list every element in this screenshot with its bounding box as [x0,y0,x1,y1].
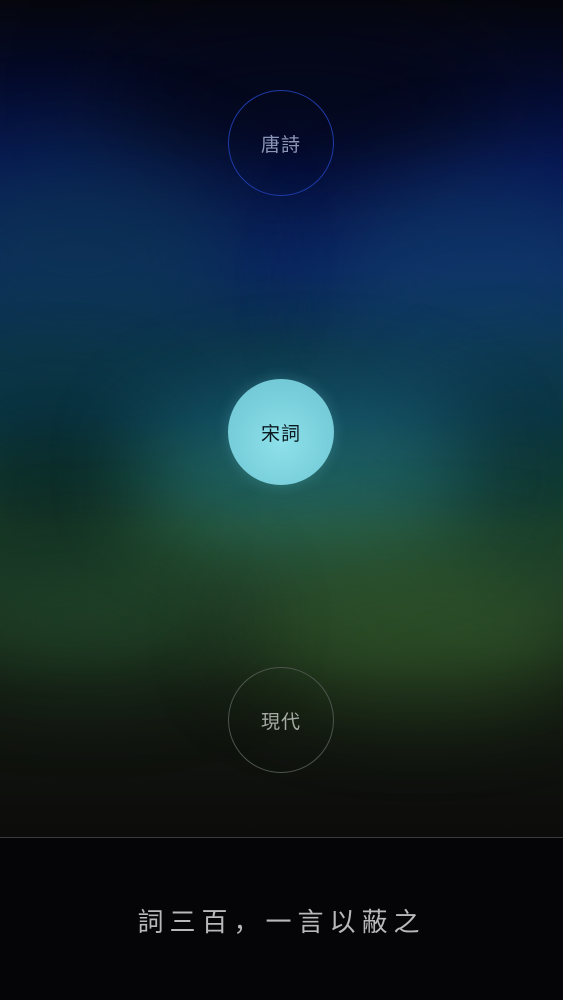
category-tang-poetry-button[interactable]: 唐詩 [228,90,334,196]
category-label: 宋詞 [260,422,301,445]
category-song-ci-button[interactable]: 宋詞 [228,379,334,485]
category-modern-button[interactable]: 現代 [228,667,334,773]
background-shade [0,150,240,370]
background-shade [330,170,563,410]
category-label: 現代 [260,710,301,733]
footer-motto: 詞三百，一言以蔽之 [137,908,426,938]
app-screen: 唐詩 宋詞 現代 詞三百，一言以蔽之 [0,0,563,1000]
background-glow [0,560,240,680]
category-label: 唐詩 [260,133,301,156]
